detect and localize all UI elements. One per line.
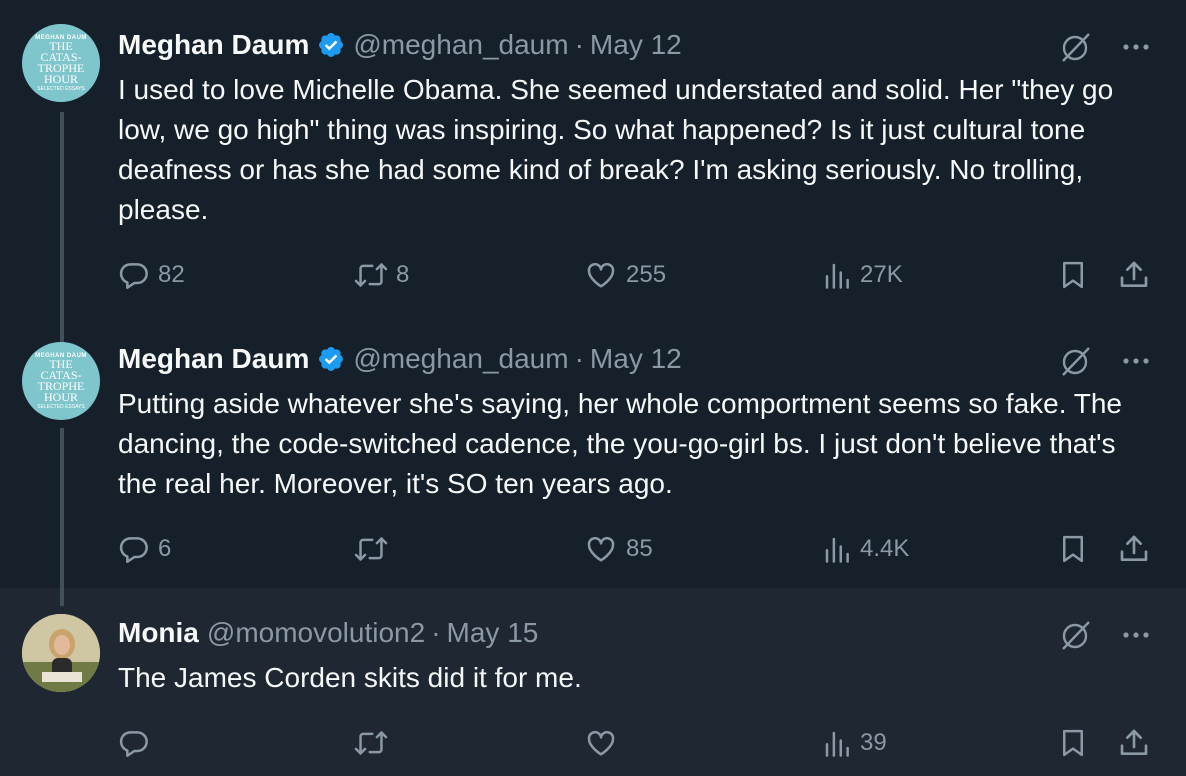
- share-icon: [1120, 729, 1148, 755]
- views-icon: [825, 537, 849, 563]
- share-icon: [1120, 261, 1148, 287]
- more-icon[interactable]: [1122, 43, 1150, 51]
- share-button[interactable]: [1118, 532, 1150, 566]
- avatar-foot: SELECTED ESSAYS: [37, 403, 85, 410]
- avatar[interactable]: MEGHAN DAUM THE CATAS- TROPHE HOUR SELEC…: [22, 342, 100, 420]
- tweet-header: Meghan Daum @meghan_daum · May 12: [118, 29, 682, 61]
- avatar[interactable]: MEGHAN DAUM THE CATAS- TROPHE HOUR SELEC…: [22, 24, 100, 102]
- bookmark-button[interactable]: [1058, 532, 1088, 566]
- repost-count: 8: [396, 261, 410, 288]
- tweet-actions: 82 8 255 27K: [118, 258, 1152, 292]
- author-handle[interactable]: @meghan_daum: [353, 29, 568, 61]
- views-button[interactable]: 27K: [822, 258, 903, 292]
- tweet[interactable]: MEGHAN DAUM THE CATAS- TROPHE HOUR SELEC…: [0, 0, 1186, 330]
- reply-button[interactable]: [118, 726, 158, 760]
- author-handle[interactable]: @meghan_daum: [353, 343, 568, 375]
- like-icon: [587, 262, 615, 288]
- like-button[interactable]: [584, 726, 626, 760]
- reply-icon: [119, 731, 148, 757]
- more-icon[interactable]: [1122, 631, 1150, 639]
- share-button[interactable]: [1118, 726, 1150, 760]
- repost-button[interactable]: 8: [354, 258, 409, 292]
- tweet-header: Meghan Daum @meghan_daum · May 12: [118, 343, 682, 375]
- views-icon: [825, 731, 849, 757]
- bookmark-icon: [1063, 729, 1083, 757]
- reply-icon: [119, 537, 148, 563]
- thread-line: [60, 588, 64, 606]
- views-button[interactable]: 4.4K: [822, 532, 909, 566]
- tweet-actions: 39: [118, 726, 1152, 760]
- separator: ·: [574, 29, 584, 60]
- views-count: 27K: [860, 261, 903, 288]
- like-button[interactable]: 85: [584, 532, 653, 566]
- views-count: 39: [860, 729, 887, 756]
- grok-icon[interactable]: [1060, 346, 1092, 376]
- grok-icon[interactable]: [1060, 32, 1092, 62]
- avatar-foot: SELECTED ESSAYS: [37, 85, 85, 92]
- avatar-photo: [22, 614, 100, 692]
- bookmark-button[interactable]: [1058, 258, 1088, 292]
- thread-line: [60, 112, 64, 330]
- verified-badge-icon: [319, 347, 344, 371]
- repost-icon: [354, 537, 388, 561]
- tweet-top-actions: [1060, 620, 1150, 650]
- like-icon: [587, 730, 615, 756]
- avatar-line: HOUR: [43, 71, 78, 86]
- tweet-date[interactable]: May 15: [447, 617, 539, 649]
- tweet-text: Putting aside whatever she's saying, her…: [118, 388, 1123, 499]
- author-name[interactable]: Monia: [118, 617, 199, 649]
- repost-button[interactable]: [354, 726, 396, 760]
- more-icon[interactable]: [1122, 357, 1150, 365]
- reply-count: 82: [158, 261, 185, 288]
- bookmark-icon: [1063, 535, 1083, 563]
- author-name[interactable]: Meghan Daum: [118, 29, 309, 61]
- tweet-top-actions: [1060, 346, 1150, 376]
- tweet-date[interactable]: May 12: [590, 343, 682, 375]
- like-count: 255: [626, 261, 667, 288]
- like-icon: [587, 536, 615, 562]
- separator: ·: [574, 343, 584, 374]
- bookmark-icon: [1063, 261, 1083, 289]
- reply-button[interactable]: 6: [118, 532, 171, 566]
- tweet-date[interactable]: May 12: [590, 29, 682, 61]
- reply-icon: [119, 263, 148, 289]
- separator: ·: [431, 617, 441, 648]
- author-handle[interactable]: @momovolution2: [207, 617, 425, 649]
- tweet-text: I used to love Michelle Obama. She seeme…: [118, 74, 1114, 225]
- views-count: 4.4K: [860, 535, 910, 562]
- repost-icon: [354, 263, 388, 287]
- like-count: 85: [626, 535, 653, 562]
- tweet-top-actions: [1060, 32, 1150, 62]
- reply-button[interactable]: 82: [118, 258, 185, 292]
- tweet[interactable]: MEGHAN DAUM THE CATAS- TROPHE HOUR SELEC…: [0, 330, 1186, 588]
- tweet-actions: 6 85 4.4K: [118, 532, 1152, 566]
- share-button[interactable]: [1118, 258, 1150, 292]
- views-icon: [825, 263, 849, 289]
- grok-icon[interactable]: [1060, 620, 1092, 650]
- tweet-header: Monia @momovolution2 · May 15: [118, 617, 539, 649]
- thread-line: [60, 428, 64, 588]
- reply-count: 6: [158, 535, 172, 562]
- share-icon: [1120, 535, 1148, 561]
- avatar-line: HOUR: [43, 389, 78, 404]
- views-button[interactable]: 39: [822, 726, 887, 760]
- like-button[interactable]: 255: [584, 258, 666, 292]
- tweet-text: The James Corden skits did it for me.: [118, 662, 582, 693]
- bookmark-button[interactable]: [1058, 726, 1088, 760]
- avatar[interactable]: [22, 614, 100, 692]
- repost-icon: [354, 731, 388, 755]
- repost-button[interactable]: [354, 532, 396, 566]
- verified-badge-icon: [319, 33, 344, 57]
- tweet[interactable]: Monia @momovolution2 · May 15 The James …: [0, 588, 1186, 776]
- author-name[interactable]: Meghan Daum: [118, 343, 309, 375]
